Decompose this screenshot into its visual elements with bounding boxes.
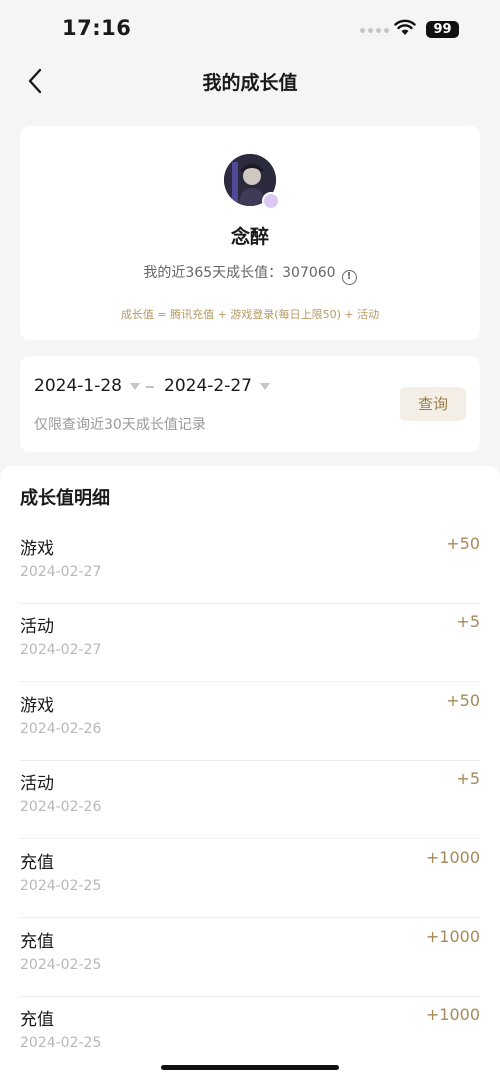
user-name: 念醉 — [230, 226, 269, 248]
battery-indicator: 99 — [426, 21, 459, 38]
record-value: +1000 — [425, 848, 480, 867]
growth-value-text: 我的近365天成长值：307060 — [143, 265, 336, 281]
record-date: 2024-02-26 — [20, 721, 102, 737]
list-item: 活动 2024-02-27 +5 — [20, 604, 480, 682]
record-value: +1000 — [425, 927, 480, 946]
record-value: +50 — [446, 691, 480, 710]
record-type: 活动 — [20, 774, 54, 794]
growth-value-row: 我的近365天成长值：307060! — [20, 262, 480, 285]
nav-bar: 我的成长值 — [0, 58, 500, 104]
record-value: +50 — [446, 534, 480, 553]
record-date: 2024-02-25 — [20, 878, 102, 894]
end-date-picker[interactable]: 2024-2-27 — [164, 376, 270, 396]
info-icon[interactable]: ! — [341, 270, 357, 285]
section-title: 成长值明细 — [20, 488, 110, 509]
list-item: 游戏 2024-02-27 +50 — [20, 526, 480, 604]
page-title: 我的成长值 — [202, 72, 298, 94]
caret-down-icon — [129, 382, 140, 390]
record-type: 充值 — [20, 932, 54, 952]
end-date-text: 2024-2-27 — [164, 376, 252, 396]
list-item: 充值 2024-02-25 +1000 — [20, 919, 480, 997]
record-type: 游戏 — [20, 696, 54, 716]
record-date: 2024-02-26 — [20, 799, 102, 815]
start-date-picker[interactable]: 2024-1-28 — [34, 376, 140, 396]
date-filter-card: 2024-1-28 2024-2-27 仅限查询近30天成长值记录 查询 — [20, 356, 480, 452]
list-item: 充值 2024-02-25 +1000 — [20, 997, 480, 1075]
record-value: +1000 — [425, 1005, 480, 1024]
wifi-icon — [394, 19, 416, 35]
query-button[interactable]: 查询 — [400, 387, 466, 421]
list-item: 活动 2024-02-26 +5 — [20, 761, 480, 839]
record-date: 2024-02-25 — [20, 1035, 102, 1051]
date-separator — [146, 386, 154, 388]
record-value: +5 — [456, 612, 480, 631]
record-type: 游戏 — [20, 539, 54, 559]
home-indicator[interactable] — [161, 1065, 339, 1070]
date-hint: 仅限查询近30天成长值记录 — [34, 417, 206, 433]
record-type: 充值 — [20, 853, 54, 873]
list-item: 充值 2024-02-25 +1000 — [20, 840, 480, 918]
profile-card: 念醉 我的近365天成长值：307060! 成长值 = 腾讯充值 + 游戏登录(… — [20, 126, 480, 340]
status-bar: 17:16 99 — [0, 0, 500, 58]
start-date-text: 2024-1-28 — [34, 376, 122, 396]
record-date: 2024-02-27 — [20, 564, 102, 580]
record-date: 2024-02-27 — [20, 642, 102, 658]
record-date: 2024-02-25 — [20, 957, 102, 973]
cellular-signal-icon — [360, 28, 389, 33]
record-type: 活动 — [20, 617, 54, 637]
status-time: 17:16 — [62, 16, 132, 40]
vip-badge-icon — [262, 192, 280, 210]
growth-detail-panel: 成长值明细 游戏 2024-02-27 +50 活动 2024-02-27 +5… — [0, 466, 500, 1082]
list-item: 游戏 2024-02-26 +50 — [20, 683, 480, 761]
record-value: +5 — [456, 769, 480, 788]
caret-down-icon — [259, 382, 270, 390]
growth-formula: 成长值 = 腾讯充值 + 游戏登录(每日上限50) + 活动 — [120, 308, 380, 321]
record-type: 充值 — [20, 1010, 54, 1030]
